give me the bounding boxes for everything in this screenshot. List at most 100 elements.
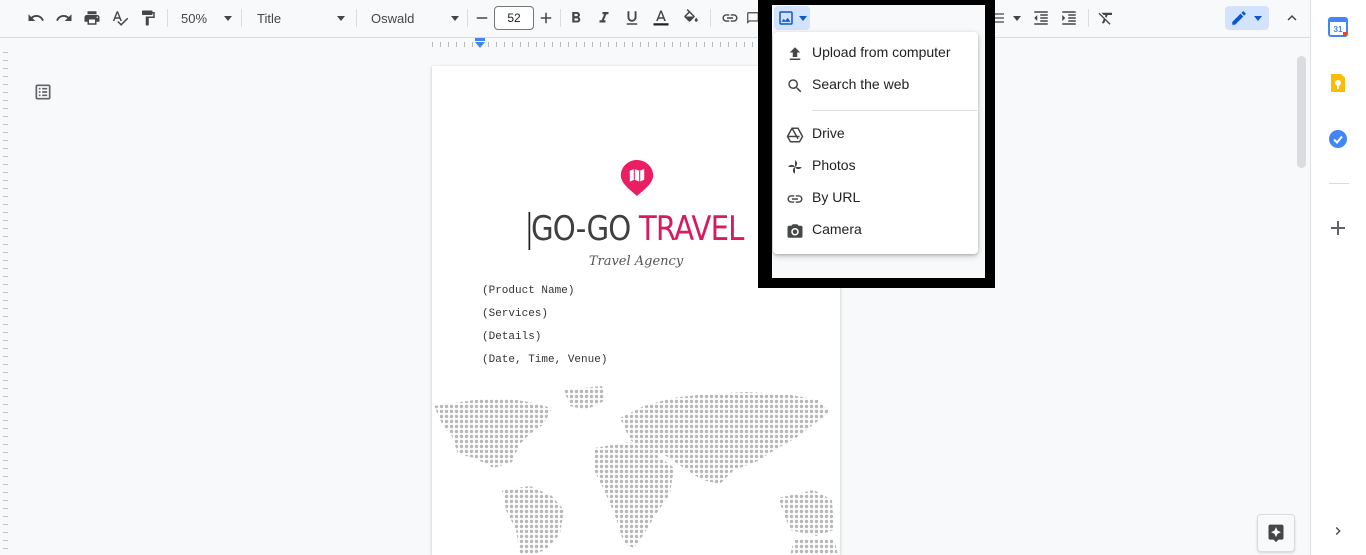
- calendar-day: 31: [1334, 25, 1343, 34]
- increase-indent-button[interactable]: [1058, 6, 1080, 30]
- photos-icon: [786, 158, 804, 176]
- menu-item-upload-from-computer[interactable]: Upload from computer: [773, 38, 978, 68]
- keep-button[interactable]: [1327, 72, 1349, 94]
- calendar-icon: 31: [1328, 17, 1348, 37]
- indent-marker-icon[interactable]: [474, 38, 486, 50]
- insert-image-button[interactable]: [774, 6, 810, 30]
- chevron-up-icon: [1287, 15, 1297, 21]
- text-color-icon: [653, 10, 669, 26]
- explore-sparkle-icon: [1268, 524, 1284, 543]
- italic-icon: [599, 12, 609, 23]
- paint-format-button[interactable]: [137, 6, 159, 30]
- menu-item-label: By URL: [812, 189, 861, 205]
- menu-item-label: Search the web: [812, 76, 910, 92]
- highlight-frame-bottom: [758, 278, 995, 288]
- menu-divider: [812, 110, 977, 111]
- divider: [560, 9, 561, 27]
- image-icon: [779, 11, 793, 25]
- undo-button[interactable]: [25, 6, 47, 30]
- keep-icon: [1331, 74, 1345, 92]
- menu-item-camera[interactable]: Camera: [773, 215, 978, 245]
- menu-item-by-url[interactable]: By URL: [773, 183, 978, 213]
- field-date-time-venue: (Date, Time, Venue): [482, 354, 608, 366]
- vertical-ruler: [0, 52, 12, 555]
- map-pin-logo-icon: [620, 160, 654, 196]
- pencil-icon: [1232, 11, 1246, 25]
- print-button[interactable]: [81, 6, 103, 30]
- plus-icon: [540, 12, 552, 24]
- font-select[interactable]: Oswald: [363, 6, 463, 30]
- highlight-color-button[interactable]: [680, 6, 702, 30]
- menu-item-label: Photos: [812, 157, 856, 173]
- editing-mode-button[interactable]: [1225, 6, 1269, 30]
- numbered-chevron-down-icon: [1013, 16, 1021, 21]
- increase-font-size-button[interactable]: [536, 6, 556, 30]
- highlighter-icon: [684, 9, 698, 22]
- decrease-font-size-button[interactable]: [472, 6, 492, 30]
- editing-chevron-down-icon: [1254, 16, 1262, 21]
- insert-link-button[interactable]: [718, 6, 742, 30]
- underline-button[interactable]: [621, 6, 643, 30]
- menu-item-search-the-web[interactable]: Search the web: [773, 70, 978, 100]
- italic-button[interactable]: [593, 6, 615, 30]
- field-details: (Details): [482, 331, 542, 343]
- link-icon: [786, 190, 804, 208]
- zoom-chevron-down-icon: [224, 16, 232, 21]
- tasks-icon: [1329, 130, 1347, 148]
- drive-icon: [786, 126, 804, 144]
- undo-icon: [28, 14, 44, 21]
- field-services: (Services): [482, 308, 549, 320]
- clear-formatting-button[interactable]: [1095, 6, 1117, 30]
- title-part1: GO-GO: [530, 209, 639, 249]
- decrease-indent-button[interactable]: [1030, 6, 1052, 30]
- divider: [1329, 183, 1349, 184]
- menu-item-label: Camera: [812, 221, 862, 237]
- menu-item-photos[interactable]: Photos: [773, 151, 978, 181]
- highlight-frame-left: [758, 0, 772, 288]
- divider: [467, 9, 468, 27]
- menu-item-label: Upload from computer: [812, 44, 951, 60]
- explore-button[interactable]: [1257, 514, 1295, 552]
- hide-menus-button[interactable]: [1281, 6, 1303, 30]
- font-size-input[interactable]: 52: [494, 6, 534, 30]
- text-color-button[interactable]: [650, 6, 672, 30]
- menu-item-drive[interactable]: Drive: [773, 119, 978, 149]
- vertical-scrollbar-thumb[interactable]: [1297, 56, 1306, 168]
- bold-icon: [572, 12, 581, 23]
- spelling-button[interactable]: [109, 6, 131, 30]
- chevron-right-icon: [1335, 527, 1341, 535]
- minus-icon: [476, 17, 488, 19]
- camera-icon: [786, 222, 804, 240]
- side-panel: 31: [1310, 0, 1366, 555]
- upload-icon: [786, 45, 804, 63]
- increase-indent-icon: [1062, 11, 1076, 25]
- get-addons-button[interactable]: [1327, 217, 1349, 239]
- tasks-button[interactable]: [1327, 128, 1349, 150]
- insert-image-menu: Upload from computer Search the web Driv…: [773, 32, 978, 254]
- redo-button[interactable]: [53, 6, 75, 30]
- decrease-indent-icon: [1034, 11, 1048, 25]
- style-value: Title: [257, 10, 282, 26]
- show-side-panel-button[interactable]: [1327, 520, 1349, 542]
- menu-item-label: Drive: [812, 125, 845, 141]
- style-select[interactable]: Title: [249, 6, 349, 30]
- insert-image-chevron-down-icon: [799, 16, 807, 21]
- text-cursor: [528, 211, 531, 250]
- redo-icon: [56, 14, 72, 21]
- font-value: Oswald: [371, 10, 415, 26]
- search-icon: [786, 77, 804, 95]
- document-outline-button[interactable]: [33, 82, 53, 107]
- link-icon: [722, 14, 738, 22]
- toolbar: 50% Title Oswald 52: [0, 0, 1310, 38]
- style-chevron-down-icon: [337, 16, 345, 21]
- bold-button[interactable]: [565, 6, 587, 30]
- divider: [1088, 9, 1089, 27]
- outline-icon: [35, 84, 51, 100]
- divider: [167, 9, 168, 27]
- divider: [241, 9, 242, 27]
- highlight-frame-right: [985, 0, 995, 288]
- divider: [356, 9, 357, 27]
- field-product-name: (Product Name): [482, 285, 575, 297]
- clear-formatting-icon: [1098, 12, 1112, 25]
- calendar-button[interactable]: 31: [1327, 16, 1349, 38]
